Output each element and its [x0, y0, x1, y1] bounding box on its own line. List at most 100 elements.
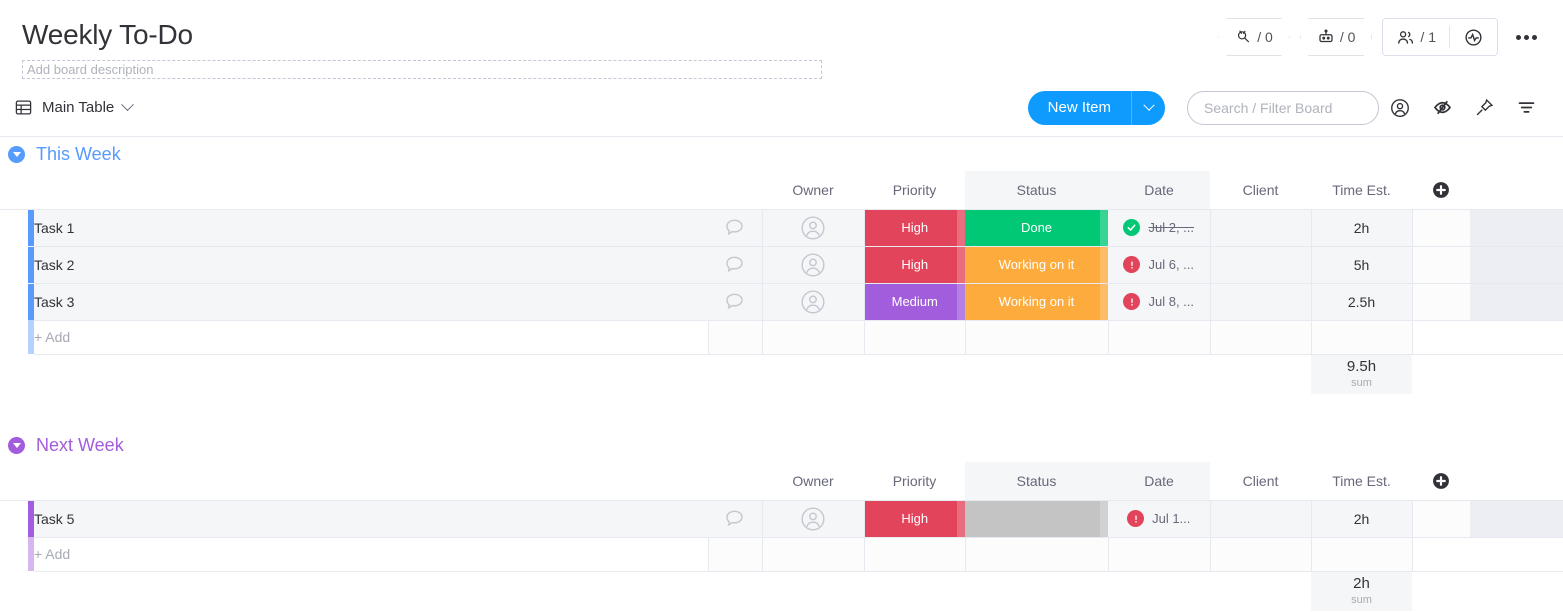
toolbar-actions: New Item Search / Filter Board [1028, 79, 1547, 136]
cell-status[interactable]: Done [965, 209, 1108, 246]
activity-log-button[interactable] [1450, 19, 1497, 55]
scrollbar-track[interactable] [1470, 209, 1563, 246]
column-header-priority[interactable]: Priority [864, 462, 965, 500]
column-header-time-est[interactable]: Time Est. [1311, 171, 1412, 209]
header-spacer [1470, 171, 1563, 209]
table-row[interactable]: Task 3 Medium Working on it Jul 8, ... 2… [0, 283, 1563, 320]
cell-date[interactable]: Jul 1... [1108, 500, 1210, 537]
row-gutter [0, 500, 28, 537]
column-header-owner[interactable]: Owner [762, 171, 864, 209]
avatar-placeholder-icon [800, 506, 826, 532]
cell-updates-button[interactable] [708, 283, 762, 320]
cell-updates-button[interactable] [708, 209, 762, 246]
group-collapse-toggle[interactable] [8, 146, 25, 163]
pin-button[interactable] [1463, 88, 1505, 128]
cell-client[interactable] [1210, 500, 1311, 537]
automations-badge[interactable]: / 0 [1300, 18, 1373, 56]
cell-item-name[interactable]: Task 1 [34, 209, 708, 246]
table-row[interactable]: Task 2 High Working on it Jul 6, ... 5h [0, 246, 1563, 283]
column-header-date[interactable]: Date [1108, 171, 1210, 209]
avatar-placeholder-icon [800, 252, 826, 278]
hide-columns-button[interactable] [1421, 88, 1463, 128]
chevron-down-icon[interactable] [121, 98, 134, 111]
cell-date[interactable]: Jul 8, ... [1108, 283, 1210, 320]
status-chip: Done [965, 210, 1108, 246]
column-header-client[interactable]: Client [1210, 171, 1311, 209]
column-header-status[interactable]: Status [965, 171, 1108, 209]
column-header-time-est[interactable]: Time Est. [1311, 462, 1412, 500]
row-gutter [0, 283, 28, 320]
cell-item-name[interactable]: Task 2 [34, 246, 708, 283]
group-title[interactable]: Next Week [36, 435, 124, 456]
column-header-client[interactable]: Client [1210, 462, 1311, 500]
cell-owner[interactable] [762, 500, 864, 537]
cell-owner[interactable] [762, 283, 864, 320]
board-description-input[interactable]: Add board description [22, 60, 822, 79]
cell-client[interactable] [1210, 209, 1311, 246]
cell-priority[interactable]: High [864, 500, 965, 537]
members-badge[interactable]: / 1 [1383, 19, 1449, 55]
add-row-spacer [708, 320, 762, 354]
add-item-button[interactable]: + Add [34, 537, 708, 571]
sort-filter-button[interactable] [1505, 88, 1547, 128]
search-input[interactable]: Search / Filter Board [1187, 91, 1379, 125]
time-est-summary[interactable]: 2h sum [1311, 571, 1412, 611]
cell-date[interactable]: Jul 2, ... [1108, 209, 1210, 246]
group-collapse-toggle[interactable] [8, 437, 25, 454]
integrations-badge[interactable]: / 0 [1218, 18, 1290, 56]
cell-updates-button[interactable] [708, 246, 762, 283]
integrations-count: / 0 [1257, 29, 1273, 45]
add-item-button[interactable]: + Add [34, 320, 708, 354]
cell-owner[interactable] [762, 246, 864, 283]
cell-client[interactable] [1210, 283, 1311, 320]
scrollbar-track[interactable] [1470, 246, 1563, 283]
filter-sort-icon [1516, 97, 1537, 118]
add-column-button[interactable] [1412, 171, 1470, 209]
table-header-row: Owner Priority Status Date Client Time E… [0, 462, 1563, 500]
scrollbar-track[interactable] [1470, 500, 1563, 537]
row-gutter [0, 209, 28, 246]
status-overdue-icon [1123, 256, 1140, 273]
add-column-button[interactable] [1412, 462, 1470, 500]
add-item-row[interactable]: + Add [0, 320, 1563, 354]
cell-priority[interactable]: High [864, 209, 965, 246]
cell-status[interactable] [965, 500, 1108, 537]
cell-time-est[interactable]: 2.5h [1311, 283, 1412, 320]
summary-spacer [965, 571, 1108, 611]
cell-time-est[interactable]: 2h [1311, 209, 1412, 246]
cell-item-name[interactable]: Task 5 [34, 500, 708, 537]
cell-updates-button[interactable] [708, 500, 762, 537]
column-header-priority[interactable]: Priority [864, 171, 965, 209]
more-options-button[interactable] [1508, 35, 1545, 40]
cell-priority[interactable]: High [864, 246, 965, 283]
summary-spacer [1412, 354, 1470, 394]
group-title[interactable]: This Week [36, 144, 121, 165]
column-header-date[interactable]: Date [1108, 462, 1210, 500]
cell-priority[interactable]: Medium [864, 283, 965, 320]
summary-spacer [708, 571, 762, 611]
cell-item-name[interactable]: Task 3 [34, 283, 708, 320]
table-row[interactable]: Task 5 High Jul 1... 2h [0, 500, 1563, 537]
cell-status[interactable]: Working on it [965, 283, 1108, 320]
tab-main-table[interactable]: Main Table [14, 98, 132, 117]
scrollbar-track[interactable] [1470, 283, 1563, 320]
add-item-row[interactable]: + Add [0, 537, 1563, 571]
column-header-owner[interactable]: Owner [762, 462, 864, 500]
cell-owner[interactable] [762, 209, 864, 246]
cell-client[interactable] [1210, 246, 1311, 283]
cell-time-est[interactable]: 5h [1311, 246, 1412, 283]
person-filter-button[interactable] [1379, 88, 1421, 128]
add-row-spacer [1470, 537, 1563, 571]
cell-date[interactable]: Jul 6, ... [1108, 246, 1210, 283]
table-row[interactable]: Task 1 High Done Jul 2, ... 2h [0, 209, 1563, 246]
time-est-summary[interactable]: 9.5h sum [1311, 354, 1412, 394]
date-text: Jul 2, ... [1148, 220, 1194, 235]
cell-status[interactable]: Working on it [965, 246, 1108, 283]
column-header-status[interactable]: Status [965, 462, 1108, 500]
header-item-name [34, 462, 708, 500]
new-item-button[interactable]: New Item [1028, 91, 1131, 125]
eye-slash-icon [1432, 97, 1453, 118]
new-item-dropdown-button[interactable] [1131, 91, 1165, 125]
summary-spacer [708, 354, 762, 394]
cell-time-est[interactable]: 2h [1311, 500, 1412, 537]
